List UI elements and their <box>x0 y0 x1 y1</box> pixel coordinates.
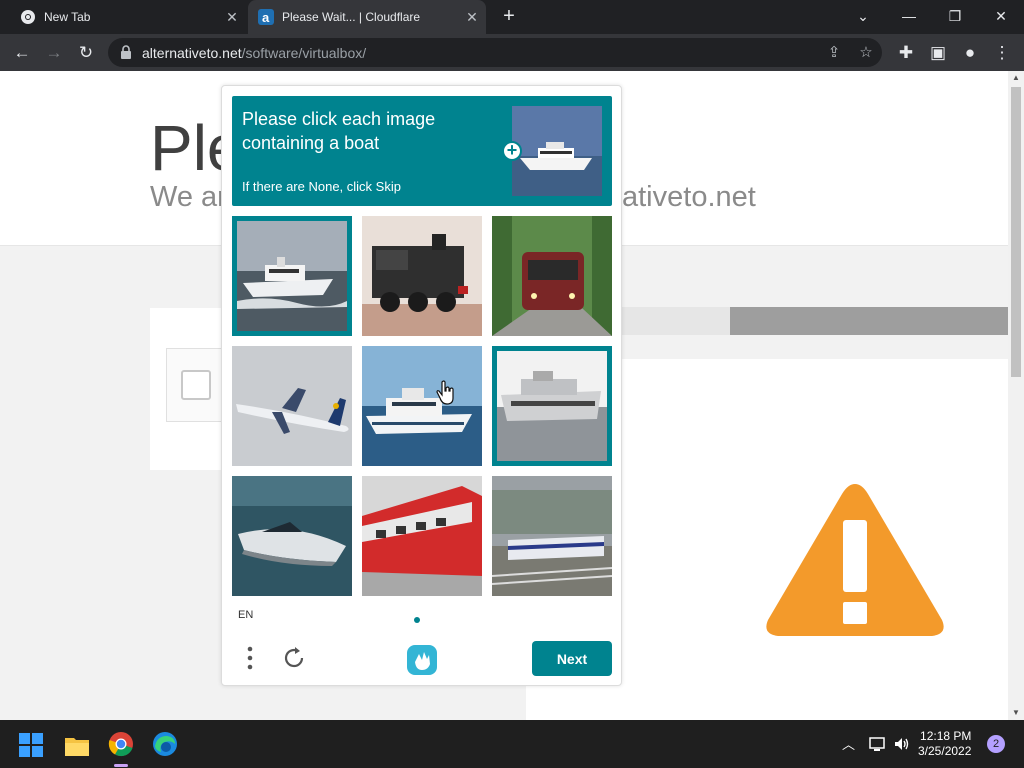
windows-start-icon[interactable] <box>19 733 43 757</box>
chrome-icon <box>21 10 35 24</box>
example-image <box>512 106 602 196</box>
browser-toolbar: ← → ↻ alternativeto.net/software/virtual… <box>0 34 1024 71</box>
restore-icon[interactable]: ❐ <box>943 5 967 27</box>
close-window-icon[interactable]: ✕ <box>989 5 1013 27</box>
challenge-prompt-text: Please click each image containing a boa… <box>242 109 436 153</box>
clock-date: 3/25/2022 <box>918 744 972 758</box>
captcha-tile-steam-locomotive[interactable] <box>362 216 482 336</box>
page-indicator-dot <box>414 617 420 623</box>
scroll-up-icon[interactable]: ▲ <box>1008 71 1024 85</box>
refresh-challenge-icon[interactable] <box>282 646 306 670</box>
clock-time: 12:18 PM <box>920 729 972 743</box>
volume-icon[interactable] <box>893 735 911 753</box>
browser-menu-icon[interactable]: ⋮ <box>990 41 1014 65</box>
language-selector[interactable]: EN <box>238 609 253 621</box>
close-tab-icon[interactable]: ✕ <box>224 9 240 25</box>
profile-icon[interactable]: ● <box>958 41 982 65</box>
captcha-tile-airplane[interactable] <box>232 346 352 466</box>
next-button[interactable]: Next <box>532 641 612 676</box>
minimize-icon[interactable]: — <box>897 5 921 27</box>
new-tab-button[interactable]: + <box>498 5 520 27</box>
hcaptcha-challenge: Please click each image containing a boa… <box>221 85 622 686</box>
share-icon[interactable]: ⇪ <box>824 43 844 63</box>
file-explorer-icon[interactable] <box>63 732 91 760</box>
tab-new-tab[interactable]: New Tab ✕ <box>10 0 246 34</box>
captcha-tile-speedboat[interactable] <box>232 476 352 596</box>
tab-title: Please Wait... | Cloudflare <box>282 10 421 24</box>
show-hidden-icons-chevron-icon[interactable]: ︿ <box>842 734 855 753</box>
system-clock[interactable]: 12:18 PM 3/25/2022 <box>918 729 971 759</box>
tab-search-chevron-icon[interactable]: ⌄ <box>851 5 875 27</box>
zoom-plus-icon[interactable]: + <box>502 141 522 161</box>
challenge-prompt-subtext: If there are None, click Skip <box>242 179 401 194</box>
captcha-tile-train[interactable] <box>492 216 612 336</box>
tab-cloudflare[interactable]: a Please Wait... | Cloudflare ✕ <box>248 0 486 34</box>
page-subtitle-right: ativeto.net <box>622 181 756 213</box>
warning-icon <box>766 484 944 636</box>
page-subtitle-left: We ar <box>150 181 227 213</box>
svg-text:a: a <box>262 10 270 25</box>
captcha-tile-boat[interactable] <box>232 216 352 336</box>
lock-icon <box>121 45 131 59</box>
network-icon[interactable] <box>868 735 886 753</box>
side-panel-icon[interactable]: ▣ <box>926 41 950 65</box>
scrollbar-thumb[interactable] <box>1011 87 1021 377</box>
captcha-checkbox[interactable] <box>181 370 211 400</box>
reload-icon[interactable]: ↻ <box>74 41 98 65</box>
captcha-tile-yacht[interactable] <box>362 346 482 466</box>
extensions-puzzle-icon[interactable]: ✚ <box>894 41 918 65</box>
active-app-indicator <box>114 764 128 767</box>
captcha-tile-yacht-2[interactable] <box>492 346 612 466</box>
close-tab-icon[interactable]: ✕ <box>464 9 480 25</box>
address-bar[interactable]: alternativeto.net/software/virtualbox/ ⇪… <box>108 38 882 67</box>
tab-title: New Tab <box>44 10 91 24</box>
page-scrollbar[interactable]: ▲ ▼ <box>1008 71 1024 720</box>
hcaptcha-logo-icon[interactable] <box>404 642 440 678</box>
tab-bar: New Tab ✕ a Please Wait... | Cloudflare … <box>0 0 1024 34</box>
alternativeto-favicon-icon: a <box>258 9 274 25</box>
page-banner-stripe-light <box>622 307 730 335</box>
edge-icon[interactable] <box>151 730 179 758</box>
challenge-prompt: Please click each image containing a boa… <box>232 96 612 206</box>
url-text: alternativeto.net/software/virtualbox/ <box>142 45 367 61</box>
bookmark-star-icon[interactable]: ☆ <box>856 43 876 63</box>
scroll-down-icon[interactable]: ▼ <box>1008 706 1024 720</box>
captcha-tile-red-train[interactable] <box>362 476 482 596</box>
more-options-icon[interactable] <box>242 644 258 672</box>
chrome-taskbar-icon[interactable] <box>107 730 135 758</box>
windows-taskbar: ︿ 12:18 PM 3/25/2022 2 <box>0 720 1024 768</box>
forward-icon[interactable]: → <box>42 41 66 65</box>
notification-badge[interactable]: 2 <box>987 735 1005 753</box>
hand-cursor-icon <box>436 380 454 405</box>
captcha-tile-passenger-train[interactable] <box>492 476 612 596</box>
back-icon[interactable]: ← <box>10 41 34 65</box>
